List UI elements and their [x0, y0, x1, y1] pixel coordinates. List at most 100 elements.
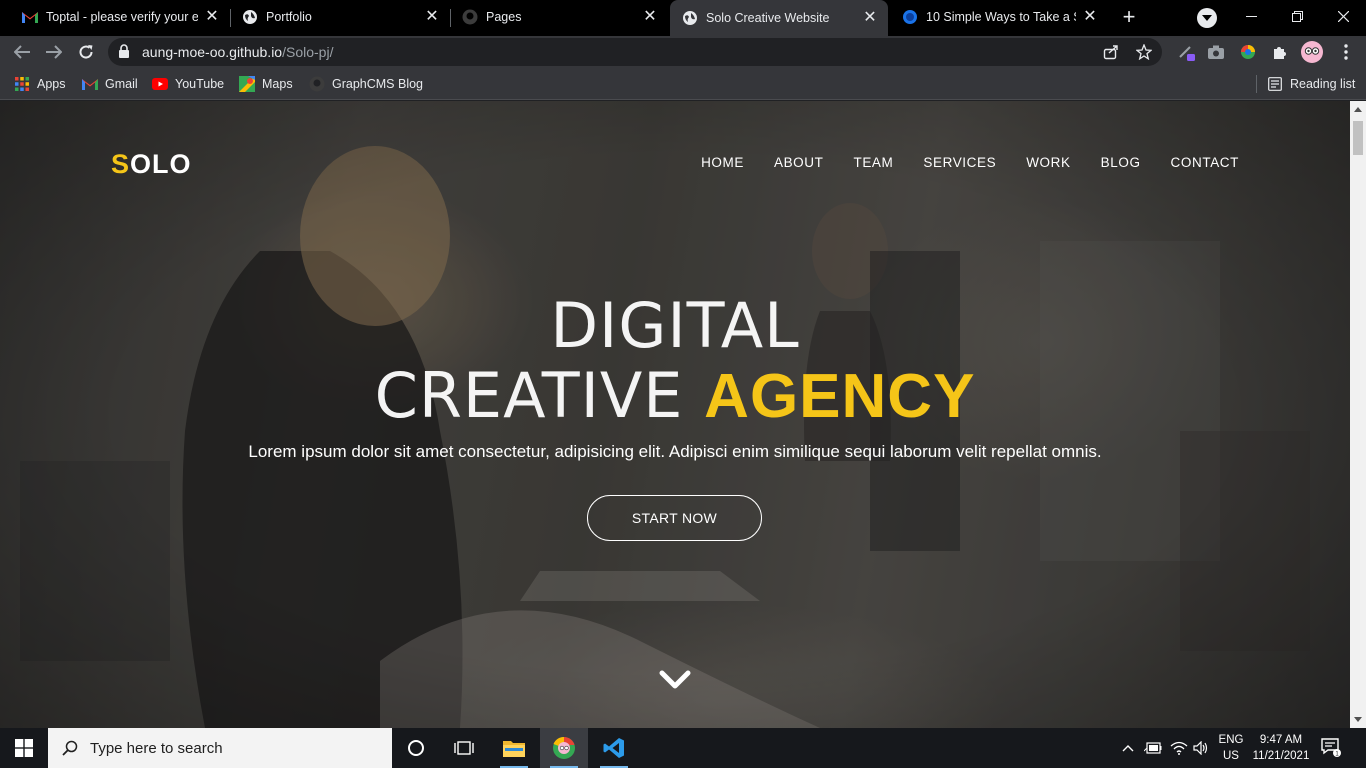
browser-toolbar: aung-moe-oo.github.io/Solo-pj/: [0, 36, 1366, 68]
globe-icon: [682, 10, 698, 26]
hero-headline-line1: DIGITAL: [550, 289, 800, 362]
start-now-button[interactable]: START NOW: [587, 495, 762, 541]
bookmark-youtube[interactable]: YouTube: [152, 75, 224, 93]
clock-date: 11/21/2021: [1252, 750, 1310, 762]
address-url[interactable]: aung-moe-oo.github.io/Solo-pj/: [142, 44, 333, 60]
close-tab-icon[interactable]: ✕: [424, 9, 440, 25]
taskbar-clock[interactable]: 9:47 AM 11/21/2021: [1249, 732, 1313, 764]
bookmark-star-icon[interactable]: [1135, 43, 1153, 61]
bookmark-label: Gmail: [105, 77, 138, 91]
page-scrollbar[interactable]: [1350, 101, 1366, 728]
scroll-up-arrow-icon[interactable]: [1354, 107, 1362, 112]
file-explorer-icon[interactable]: [490, 728, 538, 768]
close-tab-icon[interactable]: ✕: [204, 9, 220, 25]
forward-arrow-icon[interactable]: [42, 40, 66, 64]
hero-subtitle: Lorem ipsum dolor sit amet consectetur, …: [248, 442, 1102, 461]
vscode-icon[interactable]: [590, 728, 638, 768]
close-tab-icon[interactable]: ✕: [862, 10, 878, 26]
apps-grid-icon: [14, 76, 30, 92]
nav-team[interactable]: TEAM: [853, 155, 893, 170]
new-tab-plus-icon[interactable]: +: [1117, 6, 1141, 30]
window-controls: [1228, 0, 1366, 32]
logo-rest: OLO: [130, 149, 192, 179]
profile-avatar[interactable]: [1301, 41, 1323, 63]
tab-title: Portfolio: [266, 10, 312, 24]
hero-headline-accent: AGENCY: [704, 362, 976, 431]
browser-menu-kebab-icon[interactable]: [1336, 42, 1356, 62]
tab-title: Toptal - please verify your em: [46, 10, 198, 24]
wifi-icon[interactable]: [1168, 728, 1190, 768]
nav-contact[interactable]: CONTACT: [1171, 155, 1239, 170]
cortana-icon[interactable]: [392, 728, 440, 768]
url-host: aung-moe-oo.github.io: [142, 44, 283, 60]
reading-list-icon: [1267, 76, 1283, 92]
tray-overflow-chevron-icon[interactable]: [1118, 728, 1138, 768]
bookmark-apps[interactable]: Apps: [14, 75, 66, 93]
task-view-icon[interactable]: [440, 728, 488, 768]
hero-headline-line2: CREATIVE AGENCY: [0, 361, 1350, 432]
tab-title: Solo Creative Website: [706, 11, 830, 25]
share-icon[interactable]: [1102, 43, 1120, 61]
scroll-down-arrow-icon[interactable]: [1354, 717, 1362, 722]
action-center-notification-icon[interactable]: 1: [1320, 736, 1346, 760]
search-placeholder: Type here to search: [90, 739, 223, 757]
color-extension-icon[interactable]: [1238, 42, 1258, 62]
bookmark-label: GraphCMS Blog: [332, 77, 424, 91]
lock-icon[interactable]: [118, 44, 132, 60]
globe-icon: [242, 9, 258, 25]
input-language-indicator[interactable]: ENG US: [1216, 732, 1246, 764]
chrome-taskbar-icon[interactable]: [540, 728, 588, 768]
gmail-icon: [22, 9, 38, 25]
tab-toptal[interactable]: Toptal - please verify your em ✕: [10, 0, 230, 34]
extensions-puzzle-icon[interactable]: [1270, 42, 1290, 62]
camera-extension-icon[interactable]: [1206, 42, 1226, 62]
tab-solo-active[interactable]: Solo Creative Website ✕: [670, 0, 888, 36]
tab-screenshot-article[interactable]: 10 Simple Ways to Take a Scr ✕: [890, 0, 1108, 34]
site-logo[interactable]: SOLO: [111, 149, 192, 180]
minimize-icon[interactable]: [1228, 0, 1274, 32]
close-tab-icon[interactable]: ✕: [1082, 9, 1098, 25]
youtube-icon: [152, 76, 168, 92]
windows-start-icon[interactable]: [0, 728, 48, 768]
tab-portfolio[interactable]: Portfolio ✕: [230, 0, 450, 34]
logo-accent-letter: S: [111, 149, 131, 179]
bookmark-graphcms[interactable]: GraphCMS Blog: [309, 75, 423, 93]
pen-extension-icon[interactable]: [1177, 42, 1197, 62]
main-nav: HOME ABOUT TEAM SERVICES WORK BLOG CONTA…: [671, 155, 1239, 170]
close-window-icon[interactable]: [1320, 0, 1366, 32]
tab-title: Pages: [486, 10, 522, 24]
volume-icon[interactable]: [1191, 728, 1211, 768]
reading-list-button[interactable]: Reading list: [1256, 75, 1355, 93]
scroll-down-chevron-icon[interactable]: [659, 669, 691, 691]
address-bar[interactable]: aung-moe-oo.github.io/Solo-pj/: [108, 38, 1162, 66]
url-path: /Solo-pj/: [282, 44, 334, 60]
search-icon: [62, 740, 78, 756]
nav-work[interactable]: WORK: [1026, 155, 1070, 170]
bookmark-gmail[interactable]: Gmail: [82, 75, 138, 93]
restore-icon[interactable]: [1274, 0, 1320, 32]
nav-home[interactable]: HOME: [701, 155, 744, 170]
gmail-icon: [82, 76, 98, 92]
scrollbar-thumb[interactable]: [1353, 121, 1363, 155]
tab-pages[interactable]: Pages ✕: [450, 0, 668, 34]
language-region: US: [1223, 750, 1239, 762]
reload-icon[interactable]: [74, 40, 98, 64]
browser-tab-strip: Toptal - please verify your em ✕ Portfol…: [0, 0, 1366, 36]
nav-about[interactable]: ABOUT: [774, 155, 824, 170]
taskbar-search-box[interactable]: Type here to search: [48, 728, 392, 768]
reading-list-label: Reading list: [1290, 77, 1356, 91]
back-arrow-icon[interactable]: [10, 40, 34, 64]
bookmarks-bar: Apps Gmail YouTube Maps GraphCMS Blog Re…: [0, 68, 1366, 100]
nav-services[interactable]: SERVICES: [923, 155, 996, 170]
battery-icon[interactable]: [1142, 728, 1164, 768]
tab-title: 10 Simple Ways to Take a Scr: [926, 10, 1076, 24]
bookmark-maps[interactable]: Maps: [239, 75, 293, 93]
tab-search-chevron-icon[interactable]: [1197, 8, 1217, 28]
github-icon: [309, 76, 325, 92]
nav-blog[interactable]: BLOG: [1101, 155, 1141, 170]
windows-taskbar: Type here to search ENG US 9:47 AM 11/21…: [0, 728, 1366, 768]
github-icon: [462, 9, 478, 25]
maps-icon: [239, 76, 255, 92]
language-code: ENG: [1218, 734, 1244, 746]
close-tab-icon[interactable]: ✕: [642, 9, 658, 25]
